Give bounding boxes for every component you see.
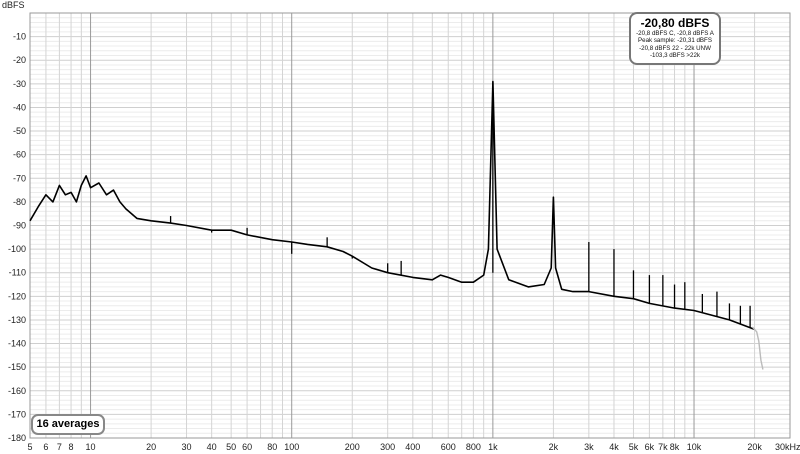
x-tick-label: 10: [86, 442, 96, 452]
y-tick-label: -120: [8, 291, 26, 301]
level-readout-box: -20,80 dBFS -20,8 dBFS C, -20,8 dBFS A P…: [629, 12, 721, 65]
y-axis-ticks: -10 -20 -30 -40 -50 -60 -70 -80 -90 -100 -110 -120 -…: [8, 32, 26, 443]
y-tick-label: -140: [8, 339, 26, 349]
averages-badge: 16 averages: [31, 414, 105, 435]
x-tick-label: 6: [43, 442, 48, 452]
level-readout-main: -20,80 dBFS: [640, 16, 710, 30]
spectrum-chart: -10 -20 -30 -40 -50 -60 -70 -80 -90 -100 -110 -120 -…: [2, 0, 800, 452]
y-tick-label: -110: [9, 268, 26, 278]
x-tick-label: 20: [146, 442, 156, 452]
x-tick-label: 10k: [687, 442, 702, 452]
y-tick-label: -170: [8, 409, 26, 419]
level-readout-line-2: Peak sample: -20,31 dBFS: [638, 37, 712, 45]
x-tick-label: 60: [242, 442, 252, 452]
level-readout-line-4: -103,3 dBFS >22k: [649, 52, 701, 60]
x-tick-label: 8k: [670, 442, 680, 452]
y-tick-label: -30: [13, 79, 26, 89]
x-tick-label: 80: [267, 442, 277, 452]
x-tick-label: 40: [207, 442, 217, 452]
x-tick-label: 200: [345, 442, 360, 452]
y-tick-label: -100: [8, 244, 26, 254]
spectrum-series-line: [29, 80, 755, 331]
y-tick-label: -160: [8, 386, 26, 396]
level-readout-line-1: -20,8 dBFS C, -20,8 dBFS A: [636, 30, 714, 37]
x-tick-label: 4k: [609, 442, 619, 452]
x-tick-label: 800: [466, 442, 481, 452]
x-tick-label: 20k: [747, 442, 762, 452]
y-tick-label: -70: [13, 173, 26, 183]
grid: [29, 12, 791, 439]
y-tick-label: -50: [13, 126, 26, 136]
x-tick-label: 6k: [645, 442, 655, 452]
x-tick-label: 7: [57, 442, 62, 452]
y-tick-label: -60: [13, 150, 26, 160]
y-tick-label: -130: [8, 315, 26, 325]
y-tick-label: -180: [8, 433, 26, 443]
y-tick-label: -10: [13, 32, 26, 42]
x-tick-label: 2k: [549, 442, 559, 452]
level-readout-line-3: -20,8 dBFS 22 - 22k UNW: [639, 44, 711, 52]
spectrum-analyzer: -10 -20 -30 -40 -50 -60 -70 -80 -90 -100 -110 -120 -…: [0, 0, 800, 454]
x-tick-label: 100: [284, 442, 299, 452]
x-axis-unit-label: 30kHz: [775, 442, 800, 452]
x-tick-label: 30: [182, 442, 192, 452]
x-tick-label: 3k: [584, 442, 594, 452]
x-tick-label: 5k: [629, 442, 639, 452]
y-axis-label: dBFS: [2, 0, 25, 10]
y-tick-label: -40: [13, 102, 26, 112]
x-tick-label: 300: [380, 442, 395, 452]
y-tick-label: -80: [13, 197, 26, 207]
x-axis-ticks: 5 6 7 8 10 20 30 40 50 60 80 100 200 300 400 600 800 1k 2k…: [27, 442, 762, 452]
x-tick-label: 8: [69, 442, 74, 452]
x-tick-label: 600: [441, 442, 456, 452]
x-tick-label: 1k: [488, 442, 498, 452]
x-tick-label: 7k: [658, 442, 668, 452]
y-tick-label: -20: [13, 55, 26, 65]
x-tick-label: 400: [405, 442, 420, 452]
y-tick-label: -150: [8, 362, 26, 372]
y-tick-label: -90: [13, 221, 26, 231]
x-tick-label: 50: [226, 442, 236, 452]
x-tick-label: 5: [27, 442, 32, 452]
